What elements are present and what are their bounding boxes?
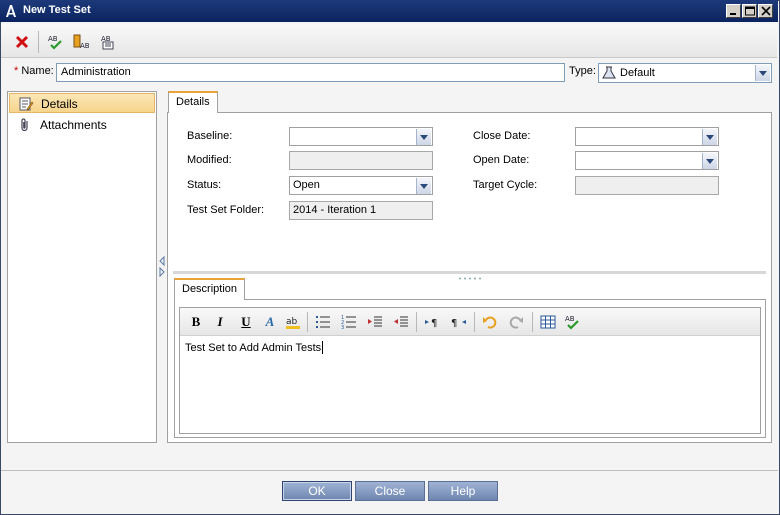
numbered-list-button[interactable]: 123 (339, 312, 359, 332)
sidebar-item-label: Attachments (40, 118, 107, 132)
tab-description[interactable]: Description (174, 278, 246, 300)
svg-text:ab: ab (286, 317, 298, 327)
outdent-button[interactable] (391, 312, 411, 332)
thesaurus-icon: AB (73, 34, 89, 50)
chevron-down-icon[interactable] (755, 65, 770, 81)
toolbar-separator (532, 312, 533, 332)
status-label: Status: (187, 179, 222, 191)
type-value: Default (620, 67, 655, 79)
type-select[interactable]: Default (598, 63, 772, 83)
bold-button[interactable]: B (186, 312, 206, 332)
splitter-grip-icon[interactable] (458, 271, 482, 280)
baseline-select[interactable] (289, 127, 433, 146)
target-cycle-label: Target Cycle: (473, 179, 538, 191)
bullet-list-icon (316, 316, 330, 328)
tab-details[interactable]: Details (168, 91, 218, 113)
modified-field (289, 151, 433, 170)
undo-button[interactable] (480, 312, 500, 332)
close-date-picker[interactable] (575, 127, 719, 146)
paperclip-icon (17, 117, 33, 133)
svg-text:AB: AB (80, 42, 89, 50)
details-icon (18, 96, 34, 112)
minimize-button[interactable] (726, 4, 741, 18)
insert-table-button[interactable] (538, 312, 558, 332)
sidebar-item-label: Details (41, 97, 78, 111)
spell-check-icon: AB (48, 35, 62, 50)
close-date-label: Close Date: (473, 130, 531, 142)
left-to-right-button[interactable]: ¶ (422, 312, 442, 332)
modified-label: Modified: (187, 154, 232, 166)
type-label: Type: (569, 65, 596, 77)
rtl-paragraph-icon: ¶ (451, 318, 466, 329)
ltr-paragraph-icon: ¶ (425, 318, 437, 329)
footer-divider (1, 470, 778, 471)
redo-button[interactable] (506, 312, 526, 332)
bullet-list-button[interactable] (313, 312, 333, 332)
svg-text:3: 3 (341, 325, 344, 330)
svg-text:AB: AB (565, 315, 575, 323)
spell-check-button[interactable]: AB (44, 31, 66, 53)
close-window-button[interactable] (758, 4, 773, 18)
chevron-down-icon[interactable] (702, 153, 717, 169)
text-caret (322, 341, 323, 354)
toolbar-separator (38, 31, 39, 53)
status-value: Open (293, 179, 320, 191)
delete-icon (15, 35, 29, 49)
svg-text:¶: ¶ (431, 318, 437, 329)
spelling-options-button[interactable]: AB (96, 31, 118, 53)
outdent-icon (394, 316, 408, 327)
indent-icon (368, 316, 382, 327)
spelling-options-icon: AB (101, 35, 114, 50)
toolbar-separator (474, 312, 475, 332)
ok-button[interactable]: OK (282, 481, 352, 501)
underline-button[interactable]: U (236, 312, 256, 332)
help-button[interactable]: Help (428, 481, 498, 501)
name-label-text: Name: (21, 65, 54, 77)
undo-icon (483, 316, 497, 329)
description-spell-check-button[interactable]: AB (562, 312, 582, 332)
thesaurus-button[interactable]: AB (70, 31, 92, 53)
sidebar: Details Attachments (7, 91, 157, 443)
chevron-down-icon[interactable] (416, 178, 431, 194)
right-to-left-button[interactable]: ¶ (448, 312, 468, 332)
font-color-button[interactable]: A (260, 312, 280, 332)
title-bar[interactable] (0, 0, 778, 22)
numbered-list-icon: 123 (341, 315, 356, 330)
baseline-label: Baseline: (187, 130, 233, 142)
toolbar-separator (307, 312, 308, 332)
svg-text:AB: AB (48, 35, 58, 43)
svg-text:¶: ¶ (451, 318, 457, 329)
open-date-picker[interactable] (575, 151, 719, 170)
toolbar-separator (416, 312, 417, 332)
panel-splitter-handle[interactable] (158, 255, 166, 278)
chevron-down-icon[interactable] (416, 129, 431, 145)
open-date-label: Open Date: (473, 154, 530, 166)
status-select[interactable]: Open (289, 176, 433, 195)
required-marker: * (14, 65, 19, 77)
target-cycle-field (575, 176, 719, 195)
table-icon (540, 315, 556, 329)
sidebar-item-attachments[interactable]: Attachments (9, 115, 155, 135)
close-button[interactable]: Close (355, 481, 425, 501)
test-set-folder-label: Test Set Folder: (187, 204, 265, 216)
test-set-type-icon (602, 66, 616, 80)
indent-button[interactable] (365, 312, 385, 332)
name-input[interactable]: Administration (56, 63, 565, 82)
delete-button[interactable] (11, 31, 33, 53)
redo-icon (509, 316, 523, 329)
spell-check-icon: AB (565, 315, 579, 330)
chevron-down-icon[interactable] (702, 129, 717, 145)
highlight-icon: ab (286, 317, 300, 329)
name-label: * Name: (14, 65, 54, 77)
window-title: New Test Set (23, 4, 91, 16)
sidebar-item-details[interactable]: Details (9, 93, 155, 113)
highlight-button[interactable]: ab (283, 312, 303, 332)
description-text[interactable]: Test Set to Add Admin Tests (185, 342, 321, 354)
test-set-folder-field: 2014 - Iteration 1 (289, 201, 433, 220)
app-logo-icon (4, 3, 20, 19)
maximize-button[interactable] (742, 4, 757, 18)
italic-button[interactable]: I (210, 312, 230, 332)
